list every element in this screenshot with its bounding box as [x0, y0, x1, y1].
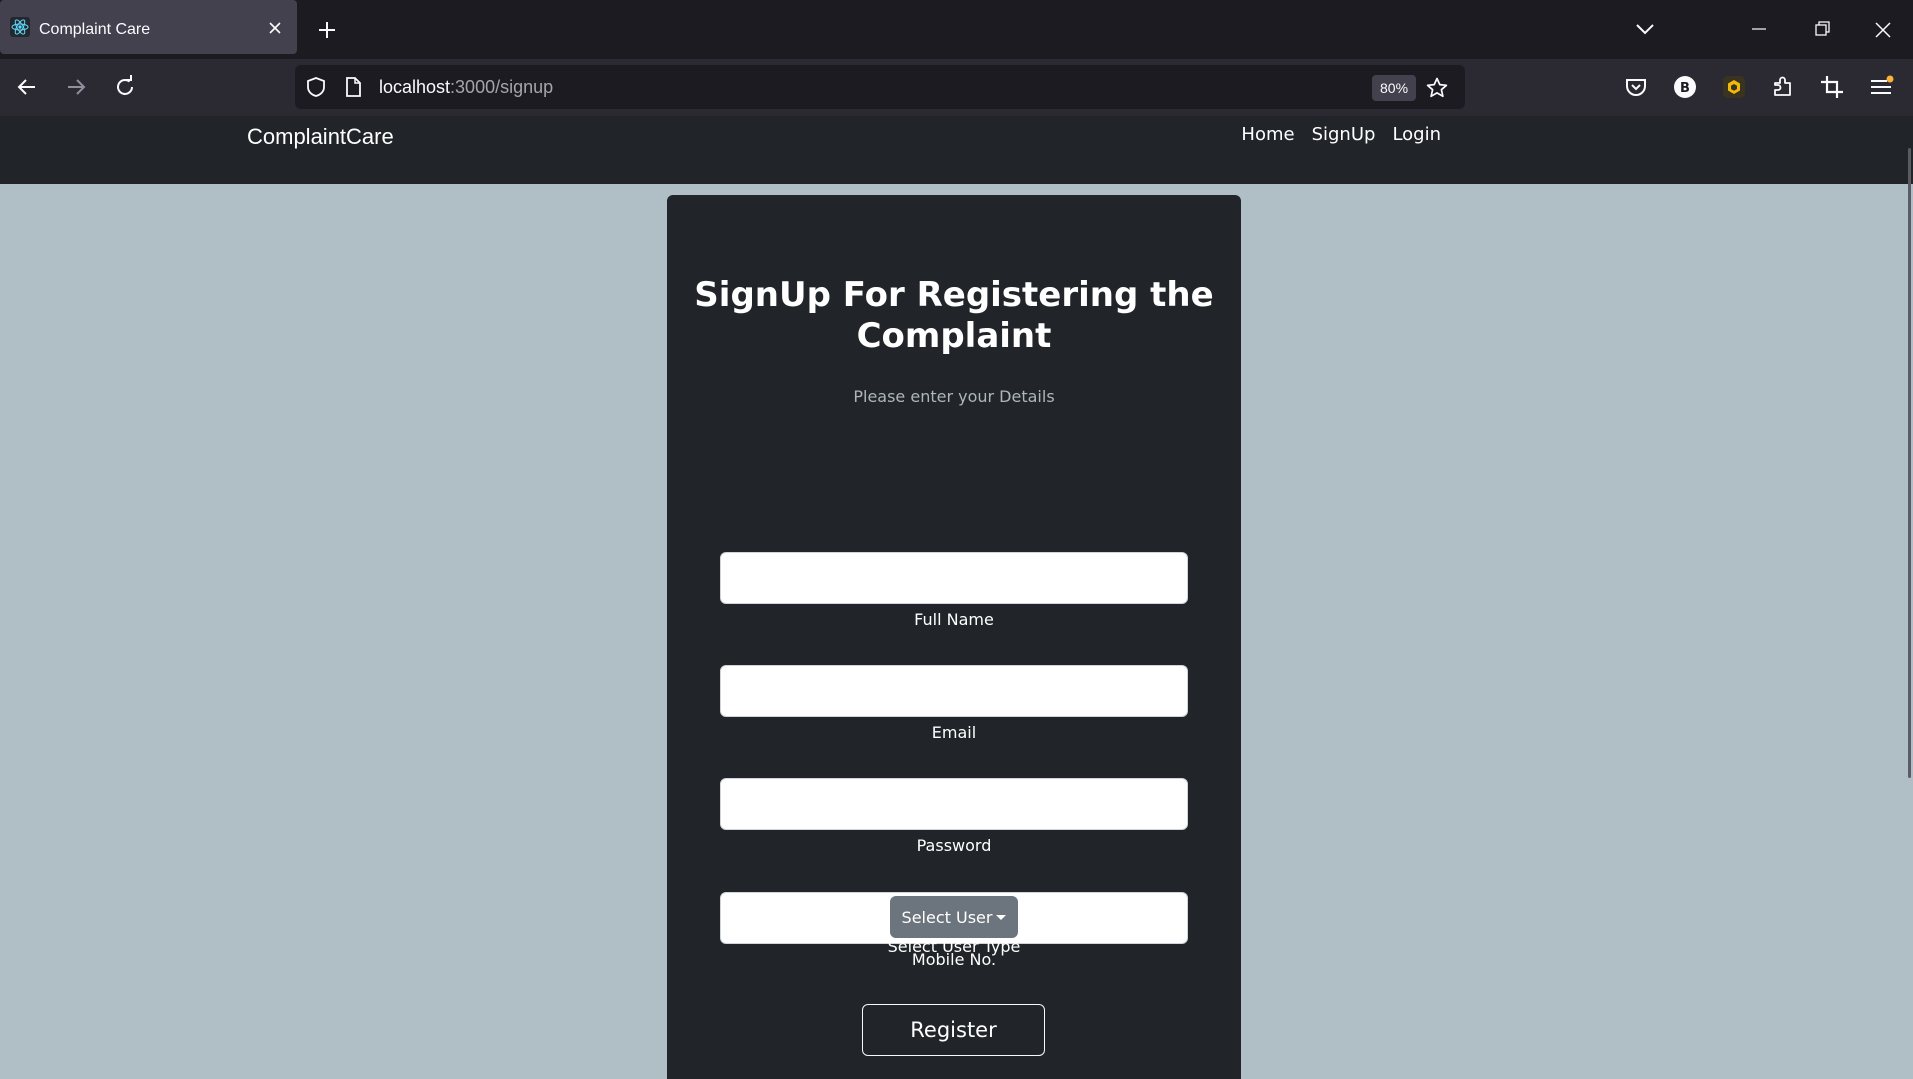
full-name-label: Full Name — [914, 610, 994, 629]
browser-toolbar: localhost:3000/signup 80% B — [0, 59, 1913, 116]
nav-links: Home SignUp Login — [1241, 124, 1441, 145]
hamburger-menu-icon[interactable] — [1867, 73, 1895, 101]
email-group: Email — [720, 665, 1188, 742]
password-input[interactable] — [720, 778, 1188, 830]
crop-screenshot-icon[interactable] — [1818, 73, 1846, 101]
shield-icon[interactable] — [305, 76, 327, 98]
signup-card: SignUp For Registering the Complaint Ple… — [667, 195, 1241, 1079]
tab-title: Complaint Care — [39, 21, 151, 38]
pocket-icon[interactable] — [1622, 73, 1650, 101]
page-info-icon[interactable] — [343, 76, 363, 98]
close-tab-icon[interactable] — [266, 19, 284, 37]
select-user-label: Select User — [901, 907, 993, 927]
forward-arrow-icon[interactable] — [62, 73, 90, 101]
user-type-label: Select User Type — [887, 937, 1021, 956]
email-label: Email — [931, 723, 977, 742]
app-navbar: ComplaintCare Home SignUp Login — [0, 116, 1913, 184]
back-arrow-icon[interactable] — [13, 73, 41, 101]
react-logo-icon — [10, 17, 30, 37]
password-group: Password — [720, 778, 1188, 855]
extensions-puzzle-icon[interactable] — [1769, 73, 1797, 101]
full-name-group: Full Name — [720, 552, 1188, 629]
close-window-icon[interactable] — [1871, 18, 1895, 42]
email-input[interactable] — [720, 665, 1188, 717]
minimize-icon[interactable] — [1748, 18, 1770, 40]
nav-home-link[interactable]: Home — [1241, 124, 1294, 145]
caret-down-icon — [996, 914, 1007, 920]
page-scrollbar[interactable] — [1908, 148, 1911, 778]
zoom-level-badge[interactable]: 80% — [1372, 75, 1417, 101]
extension-cube-icon[interactable] — [1720, 73, 1748, 101]
bookmark-star-icon[interactable] — [1425, 76, 1449, 100]
reload-icon[interactable] — [111, 73, 139, 101]
url-text[interactable]: localhost:3000/signup — [379, 65, 553, 109]
address-bar[interactable]: localhost:3000/signup 80% — [295, 65, 1465, 109]
new-tab-plus-icon[interactable] — [316, 19, 338, 41]
nav-login-link[interactable]: Login — [1392, 124, 1441, 145]
restore-window-icon[interactable] — [1811, 18, 1833, 40]
nav-signup-link[interactable]: SignUp — [1312, 124, 1376, 145]
register-button[interactable]: Register — [862, 1004, 1045, 1056]
browser-tab-active[interactable]: Complaint Care — [0, 0, 297, 54]
web-page: ComplaintCare Home SignUp Login SignUp F… — [0, 116, 1913, 1079]
full-name-input[interactable] — [720, 552, 1188, 604]
svg-text:B: B — [1680, 81, 1690, 96]
password-label: Password — [916, 836, 992, 855]
profile-avatar-icon[interactable]: B — [1671, 73, 1699, 101]
chevron-down-icon[interactable] — [1634, 20, 1656, 38]
signup-title: SignUp For Registering the Complaint — [694, 275, 1214, 356]
browser-tab-strip: Complaint Care — [0, 0, 1913, 59]
signup-subtitle: Please enter your Details — [853, 387, 1055, 406]
brand-link[interactable]: ComplaintCare — [247, 124, 394, 150]
select-user-dropdown[interactable]: Select User — [890, 896, 1018, 938]
